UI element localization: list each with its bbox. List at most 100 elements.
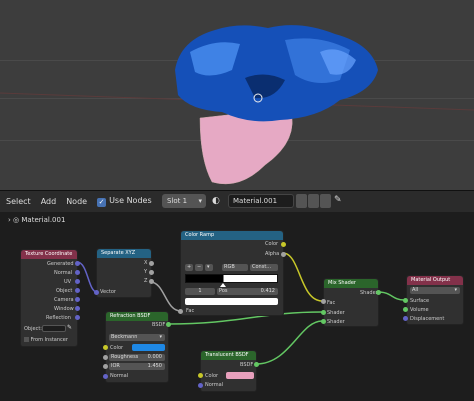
socket-uv[interactable]	[75, 279, 80, 284]
socket-volume[interactable]	[403, 307, 408, 312]
eyedropper-icon[interactable]: ✎	[67, 324, 72, 331]
ior-field[interactable]: IOR 1.450	[109, 363, 165, 370]
menu-add[interactable]: Add	[41, 197, 57, 206]
socket-generated[interactable]	[75, 261, 80, 266]
socket-y[interactable]	[149, 270, 154, 275]
socket-camera[interactable]	[75, 297, 80, 302]
target-dropdown[interactable]: All ▾	[410, 287, 460, 294]
socket-normal-in[interactable]	[103, 374, 108, 379]
socket-reflection[interactable]	[75, 315, 80, 320]
fake-user-shield-icon[interactable]	[296, 194, 307, 208]
use-nodes-label: Use Nodes	[109, 196, 152, 205]
close-icon[interactable]	[320, 194, 331, 208]
from-instancer-row[interactable]: From Instancer	[24, 337, 68, 343]
socket-ior[interactable]	[103, 364, 108, 369]
stop-index-field[interactable]: 1	[185, 288, 215, 295]
checkbox-icon[interactable]: ✓	[97, 198, 107, 207]
color-mode-dropdown[interactable]: RGB	[222, 264, 248, 271]
socket-object[interactable]	[75, 288, 80, 293]
duplicate-icon[interactable]	[308, 194, 319, 208]
output-z: Z	[144, 278, 148, 284]
node-title: Color Ramp	[181, 231, 283, 240]
socket-shader-out[interactable]	[376, 290, 381, 295]
output-bsdf: BSDF	[152, 322, 166, 328]
refraction-color-swatch[interactable]	[132, 344, 165, 351]
socket-roughness[interactable]	[103, 355, 108, 360]
socket-displacement[interactable]	[403, 316, 408, 321]
viewport-render	[0, 25, 474, 185]
socket-bsdf[interactable]	[254, 362, 259, 367]
distribution-label: Beckmann	[111, 334, 138, 340]
distribution-dropdown[interactable]: Beckmann ▾	[109, 334, 165, 341]
object-label: Object:	[24, 326, 42, 332]
slot-dropdown[interactable]: Slot 1 ▾	[162, 194, 206, 208]
socket-normal[interactable]	[75, 270, 80, 275]
socket-window[interactable]	[75, 306, 80, 311]
stop-color-swatch[interactable]	[185, 298, 278, 305]
output-camera: Camera	[54, 297, 74, 303]
color-label: Color	[110, 345, 124, 351]
socket-x[interactable]	[149, 261, 154, 266]
ior-value: 1.450	[147, 363, 162, 369]
output-normal: Normal	[54, 270, 73, 276]
input-displacement: Displacement	[410, 316, 445, 322]
material-sphere-icon[interactable]: ◐	[212, 196, 224, 206]
translucent-color-swatch[interactable]	[226, 372, 254, 379]
socket-z[interactable]	[149, 279, 154, 284]
material-name-field[interactable]: Material.001	[228, 194, 294, 208]
output-x: X	[144, 260, 148, 266]
socket-fac[interactable]	[178, 309, 183, 314]
normal-label: Normal	[110, 373, 129, 379]
material-name: Material.001	[233, 197, 278, 205]
interpolation-dropdown[interactable]: Const...	[250, 264, 278, 271]
input-surface: Surface	[410, 298, 430, 304]
node-title: Refraction BSDF	[106, 312, 168, 321]
position-field[interactable]: Pos 0.412	[217, 288, 278, 295]
socket-shader-in-2[interactable]	[321, 319, 326, 324]
sphere-icon: ◎	[13, 216, 20, 224]
use-nodes-toggle[interactable]: ✓ Use Nodes	[97, 196, 152, 207]
breadcrumb: › ◎ Material.001	[8, 216, 65, 224]
output-alpha: Alpha	[265, 251, 280, 257]
input-shader-1: Shader	[327, 310, 345, 316]
roughness-field[interactable]: Roughness 0.000	[109, 354, 165, 361]
checkbox-icon[interactable]	[24, 337, 29, 342]
socket-normal-in[interactable]	[198, 383, 203, 388]
output-uv: UV	[64, 279, 72, 285]
socket-bsdf[interactable]	[166, 322, 171, 327]
ior-label: IOR	[111, 363, 120, 369]
socket-color-in[interactable]	[198, 373, 203, 378]
input-volume: Volume	[410, 307, 429, 313]
3d-viewport[interactable]	[0, 0, 474, 190]
output-color: Color	[265, 241, 279, 247]
color-label: Color	[205, 373, 219, 379]
socket-fac-in[interactable]	[321, 299, 326, 304]
socket-surface[interactable]	[403, 298, 408, 303]
object-field[interactable]	[42, 325, 66, 332]
input-vector: Vector	[100, 289, 116, 295]
chevron-right-icon: ›	[8, 216, 11, 224]
stop-index: 1	[198, 288, 202, 294]
remove-stop-button[interactable]: −	[195, 264, 203, 271]
socket-vector[interactable]	[94, 290, 99, 295]
menu-select[interactable]: Select	[6, 197, 31, 206]
color-mode-label: RGB	[224, 264, 235, 270]
output-object: Object	[56, 288, 73, 294]
socket-alpha[interactable]	[281, 252, 286, 257]
ramp-options-button[interactable]: ▾	[205, 264, 213, 271]
node-title: Translucent BSDF	[201, 351, 256, 360]
normal-label: Normal	[205, 382, 224, 388]
position-value: 0.412	[260, 288, 275, 294]
node-title: Texture Coordinate	[21, 250, 77, 259]
roughness-label: Roughness	[111, 354, 139, 360]
breadcrumb-label: Material.001	[21, 216, 66, 224]
add-stop-button[interactable]: +	[185, 264, 193, 271]
output-generated: Generated	[47, 261, 74, 267]
socket-color-in[interactable]	[103, 345, 108, 350]
socket-color[interactable]	[281, 242, 286, 247]
menu-node[interactable]: Node	[66, 197, 87, 206]
socket-shader-in-1[interactable]	[321, 310, 326, 315]
ramp-stop-handle[interactable]	[220, 283, 226, 287]
pin-icon[interactable]: ✎	[334, 195, 342, 205]
color-ramp-gradient[interactable]	[185, 274, 278, 283]
